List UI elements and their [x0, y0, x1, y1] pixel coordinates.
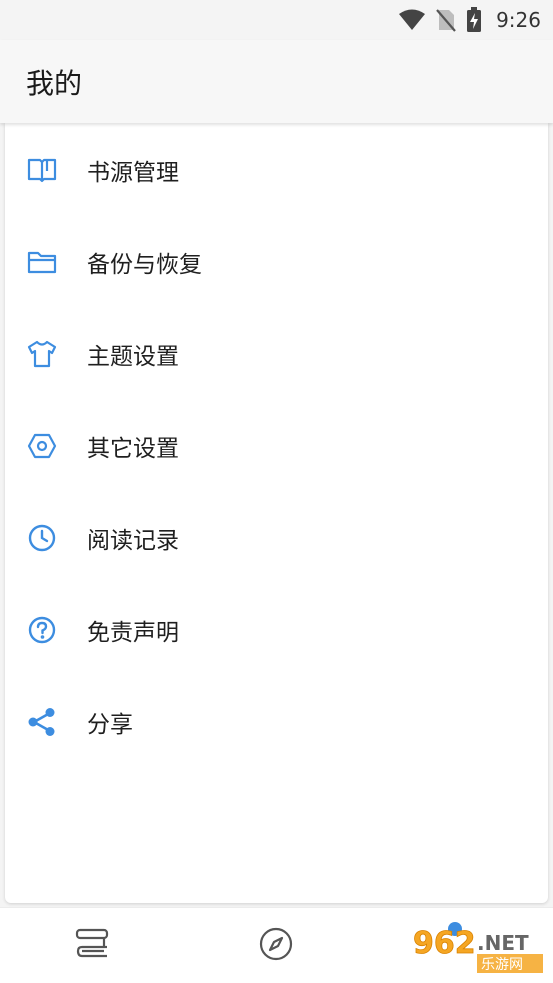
tshirt-icon: [25, 337, 59, 371]
watermark-site: 乐游网: [481, 957, 523, 973]
battery-charging-icon: [466, 7, 482, 33]
menu-item-label: 其它设置: [87, 436, 179, 462]
compass-icon: [258, 926, 294, 966]
watermark-logo: 962 .NET 乐游网: [407, 917, 547, 975]
menu-item-theme-settings[interactable]: 主题设置: [5, 308, 548, 400]
watermark-net: .NET: [477, 931, 529, 955]
page-title: 我的: [26, 66, 83, 100]
menu-item-backup-restore[interactable]: 备份与恢复: [5, 216, 548, 308]
nav-bookshelf-button[interactable]: [62, 916, 122, 976]
menu-item-other-settings[interactable]: 其它设置: [5, 400, 548, 492]
menu-item-label: 书源管理: [87, 160, 179, 186]
menu-item-reading-history[interactable]: 阅读记录: [5, 492, 548, 584]
menu-item-label: 分享: [87, 712, 133, 738]
watermark-number: 962: [413, 926, 476, 961]
menu-item-label: 阅读记录: [87, 528, 179, 554]
app-bar: 我的: [0, 40, 553, 123]
menu-item-label: 免责声明: [87, 620, 179, 646]
status-bar: 9:26: [0, 0, 553, 40]
folder-icon: [25, 245, 59, 279]
menu-list: 书源管理 备份与恢复 主题设置 其它设置 阅读记录 免责声明 分享: [5, 123, 548, 768]
content-card: 书源管理 备份与恢复 主题设置 其它设置 阅读记录 免责声明 分享: [5, 123, 548, 903]
help-circle-icon: [25, 613, 59, 647]
menu-item-disclaimer[interactable]: 免责声明: [5, 584, 548, 676]
menu-item-share[interactable]: 分享: [5, 676, 548, 768]
nav-discover-button[interactable]: [246, 916, 306, 976]
no-sim-icon: [436, 8, 456, 32]
bookshelf-icon: [74, 927, 110, 965]
menu-item-label: 主题设置: [87, 344, 179, 370]
hexagon-settings-icon: [25, 429, 59, 463]
book-open-icon: [25, 153, 59, 187]
wifi-icon: [398, 9, 426, 31]
status-time: 9:26: [496, 8, 541, 32]
menu-item-book-source[interactable]: 书源管理: [5, 124, 548, 216]
screen: 9:26 我的 书源管理 备份与恢复 主题设置 其它设置 阅读记录 免责声明 分…: [0, 0, 553, 983]
share-icon: [25, 705, 59, 739]
clock-icon: [25, 521, 59, 555]
menu-item-label: 备份与恢复: [87, 252, 202, 278]
